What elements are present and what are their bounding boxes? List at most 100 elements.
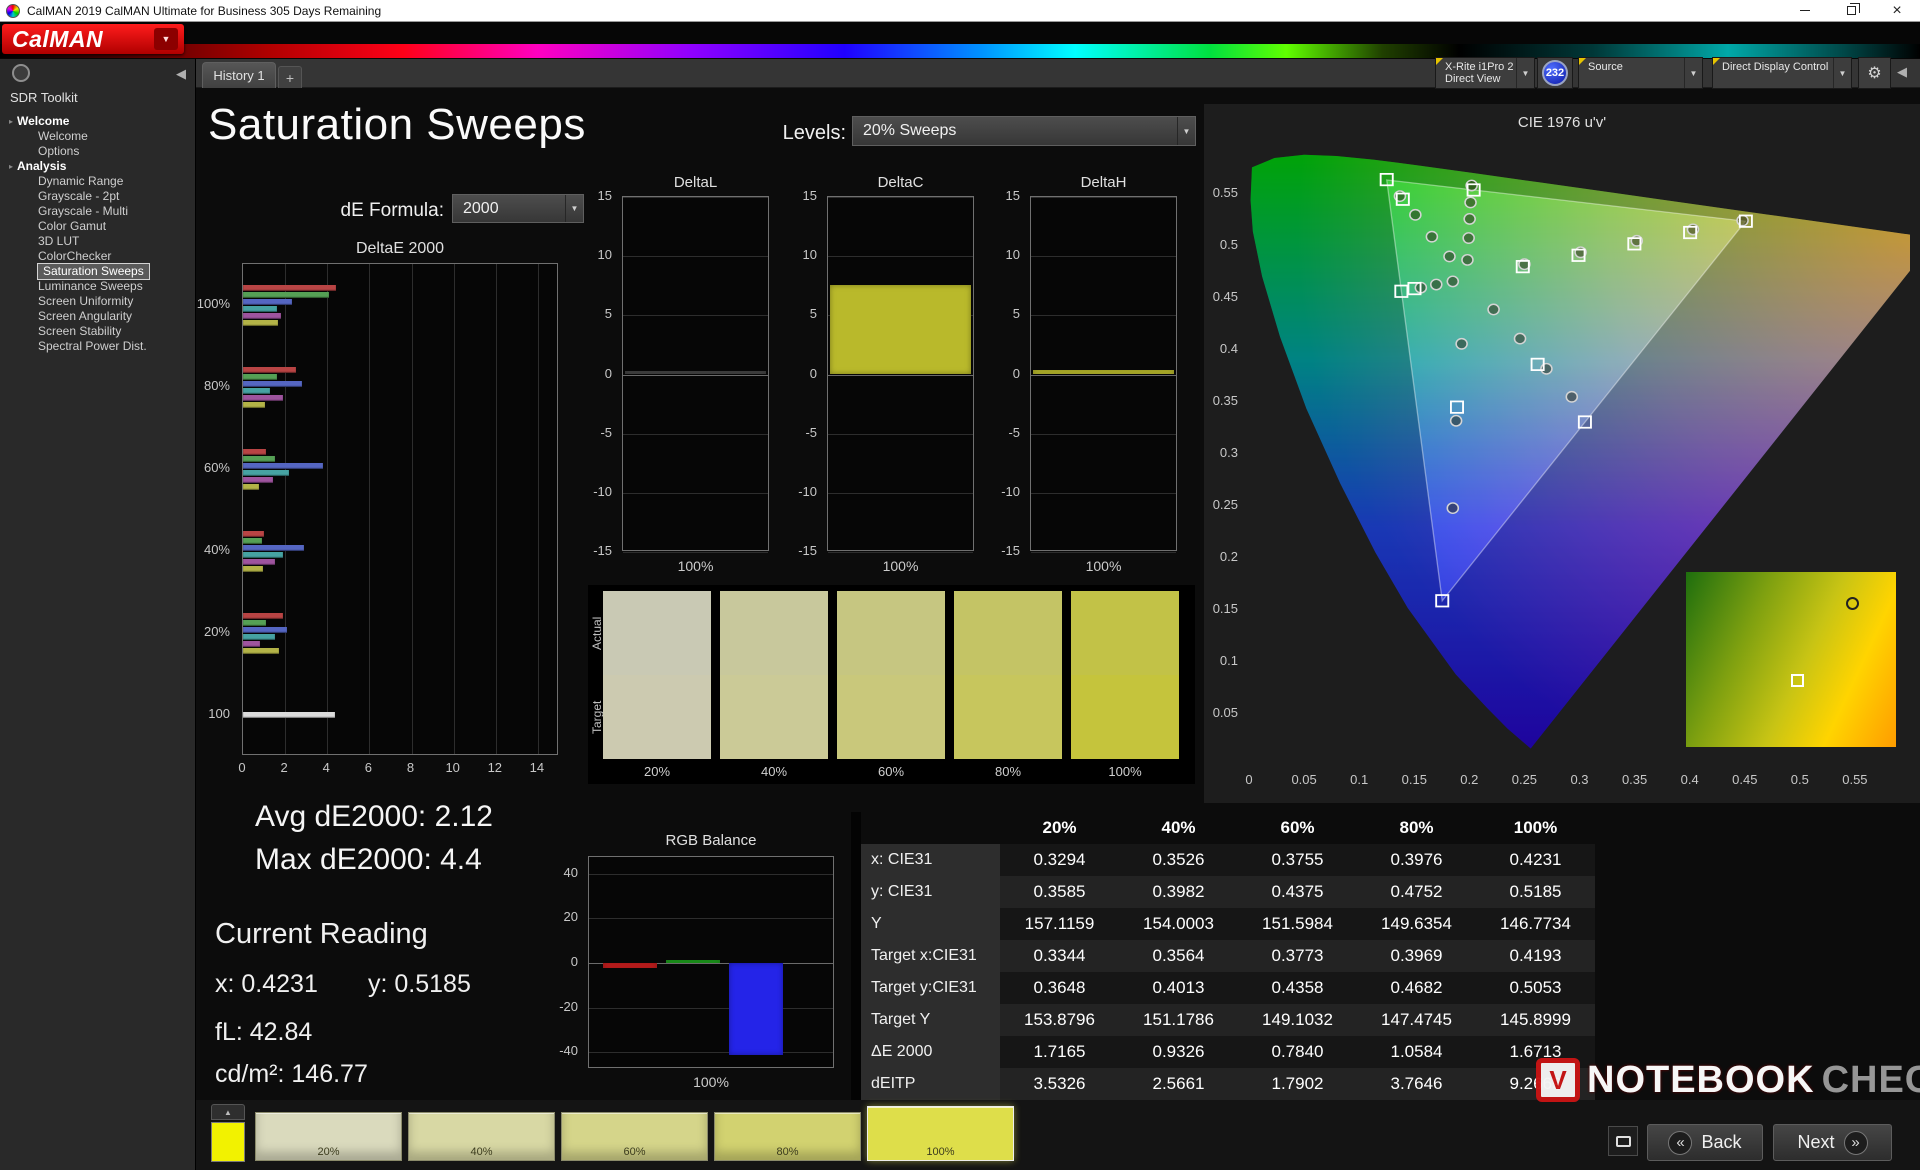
sidebar-item-3d-lut[interactable]: 3D LUT [0,234,196,249]
display-icon-button[interactable] [1608,1126,1638,1156]
patch-button-80[interactable]: 80% [714,1112,861,1161]
back-button[interactable]: « Back [1647,1124,1763,1161]
tick-label: 0.2 [1219,549,1238,564]
patch-button-100[interactable]: 100% [867,1106,1014,1161]
patch-label: 60% [623,1146,646,1158]
sidebar-item-label: Grayscale - 2pt [38,189,120,203]
patch-button-60[interactable]: 60% [561,1112,708,1161]
de-bar [243,640,260,647]
meter-dropdown[interactable]: X-Rite i1Pro 2 Direct View ▼ [1435,57,1535,89]
sidebar-item-analysis[interactable]: ▸ Analysis [0,159,196,174]
collapse-right-panel-button[interactable]: ◀ [1897,64,1907,80]
tick-label: 0.5 [1219,237,1238,252]
restore-button[interactable] [1828,0,1874,21]
gridline [1031,552,1176,553]
measured-point [1565,390,1579,403]
close-button[interactable]: × [1874,0,1920,21]
tick-label: 20% [203,624,230,639]
actual-swatch [603,591,711,675]
deltah-chart-title: DeltaH [1080,174,1127,191]
sidebar-item-screen-uniformity[interactable]: Screen Uniformity [0,294,196,309]
sidebar-item-color-gamut[interactable]: Color Gamut [0,219,196,234]
sidebar-item-saturation-sweeps[interactable]: Saturation Sweeps [0,263,196,280]
swatch-level-label: 80% [994,764,1022,779]
new-tab-button[interactable]: + [278,66,302,88]
target-point-marker [1791,673,1804,687]
sidebar-item-grayscale-2pt[interactable]: Grayscale - 2pt [0,189,196,204]
table-corner-cell [861,812,1000,844]
sidebar-item-colorchecker[interactable]: ColorChecker [0,249,196,264]
formula-label: dE Formula: [340,200,444,221]
calman-logo-text: CalMAN [12,25,104,52]
sidebar-item-grayscale-multi[interactable]: Grayscale - Multi [0,204,196,219]
patch-button-20[interactable]: 20% [255,1112,402,1161]
next-button[interactable]: Next » [1773,1124,1892,1161]
patch-label: 40% [470,1146,493,1158]
calman-logo[interactable]: CalMAN ▼ [2,24,184,54]
table-cell: 0.4682 [1357,972,1476,1004]
gear-icon: ⚙ [1867,65,1882,82]
table-column-header: 60% [1280,818,1315,837]
tick-label: 20 [563,909,578,925]
collapse-sidebar-button[interactable]: ◀ [176,66,186,82]
row-label: x: CIE31 [861,844,1000,876]
sidebar-item-screen-stability[interactable]: Screen Stability [0,324,196,339]
rgb-balance-chart [588,856,834,1068]
display-control-dropdown[interactable]: Direct Display Control ▼ [1712,57,1852,89]
settings-button[interactable]: ⚙ [1858,57,1891,89]
minimize-button[interactable] [1782,0,1828,21]
sidebar-item-dynamic-range[interactable]: Dynamic Range [0,174,196,189]
back-label: Back [1701,1132,1742,1152]
sidebar-item-luminance-sweeps[interactable]: Luminance Sweeps [0,279,196,294]
formula-dropdown[interactable]: 2000 ▼ [452,194,584,223]
sidebar-item-screen-angularity[interactable]: Screen Angularity [0,309,196,324]
deltal-category: 100% [677,558,714,574]
sidebar-home-button[interactable] [12,64,30,82]
de-bar [243,401,266,408]
back-chevrons-icon: « [1668,1130,1693,1155]
tick-label: 10 [802,247,817,263]
measured-point [1736,214,1749,227]
tick-label: 15 [802,188,817,203]
patch-up-button[interactable]: ▲ [211,1104,245,1120]
tick-label: 0.4 [1219,341,1238,356]
meter-count[interactable]: 232 [1537,57,1573,89]
de-bar [243,298,292,305]
tick-label: 4 [322,760,330,775]
measured-point [1409,208,1422,221]
sidebar-item-options[interactable]: Options [0,144,196,159]
sidebar-item-welcome[interactable]: ▸ Welcome [0,114,196,129]
table-cell: 1.0584 [1357,1036,1476,1068]
rgb-category: 100% [693,1074,729,1090]
table-cell: 0.3755 [1238,844,1357,876]
target-swatch [837,675,945,759]
swatch-level-label: 20% [643,764,671,779]
target-swatch [954,675,1062,759]
rgb-bar-green [666,959,720,963]
patch-button-40[interactable]: 40% [408,1112,555,1161]
gridline [1031,374,1176,376]
levels-dropdown[interactable]: 20% Sweeps ▼ [852,116,1196,146]
current-reading-title: Current Reading [215,918,428,950]
tick-label: 0 [570,954,578,969]
gridline [623,492,768,494]
de-bar [243,647,280,654]
deltac-y-axis: 15 10 5 0 -5 -10 -15 [785,188,821,558]
tick-label: -10 [1001,483,1020,499]
table-row: Y 157.1159 154.0003 151.5984 149.6354 146.773… [861,908,1595,940]
sidebar-item-spectral-power-dist-[interactable]: Spectral Power Dist. [0,339,196,354]
tick-label: 5 [604,306,612,322]
row-label: dEITP [861,1068,1000,1100]
spectrum-strip [0,44,1920,58]
sidebar-item-label: Saturation Sweeps [37,263,150,280]
row-label: Y [861,908,1000,940]
sidebar-item-welcome[interactable]: Welcome [0,129,196,144]
tab-history-1[interactable]: History 1 [202,62,276,88]
results-table: 20% 40% 60% 80% 100% x: CIE31 0.3294 0.3526 0.37… [851,812,1595,1100]
target-swatch [1071,675,1179,759]
avg-de2000: Avg dE2000: 2.12 [255,800,493,833]
logo-menu-button[interactable]: ▼ [154,28,178,50]
measured-point [1540,362,1553,375]
source-dropdown[interactable]: Source ▼ [1578,57,1703,89]
deltae-chart-title: DeltaE 2000 [355,240,445,257]
